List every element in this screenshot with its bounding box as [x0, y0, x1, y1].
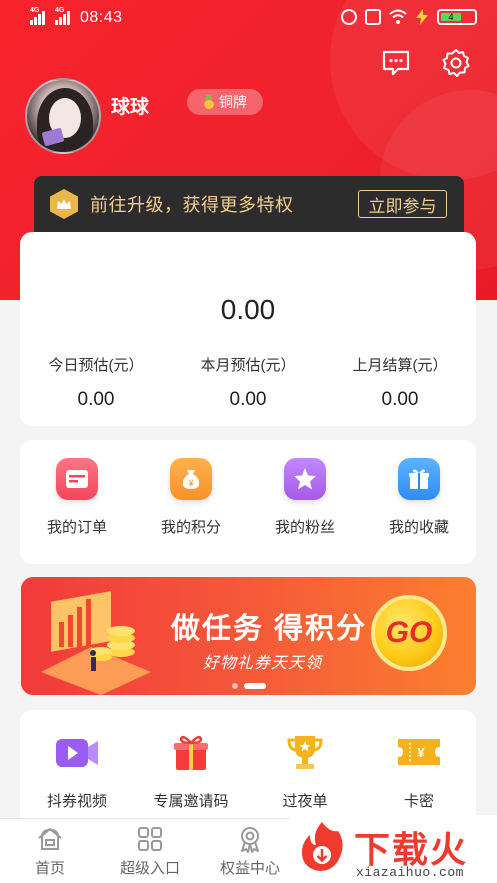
tab-label: 超级入口 [119, 860, 180, 877]
tool-card-key[interactable]: ¥ 卡密 [362, 710, 476, 830]
menu-item-label: 我的粉丝 [274, 519, 335, 536]
wifi-icon [389, 9, 407, 24]
pagination-dot[interactable] [231, 683, 238, 689]
clock: 08:43 [80, 9, 123, 26]
medal-icon [203, 95, 215, 109]
menu-item-fans[interactable]: 我的粉丝 [248, 440, 362, 564]
earnings-month-value: 0.00 [229, 389, 267, 410]
earnings-month[interactable]: 本月预估(元） 0.00 [172, 354, 324, 411]
signal-icon: 4G [30, 7, 45, 25]
earnings-last-month-label: 上月结算(元） [352, 357, 448, 374]
svg-text:¥: ¥ [417, 745, 425, 760]
tool-invite-code[interactable]: 专属邀请码 [134, 710, 248, 830]
banner-title: 做任务 得积分 [171, 613, 368, 645]
gift-box-icon [167, 732, 215, 772]
earnings-last-month[interactable]: 上月结算(元） 0.00 [324, 354, 476, 411]
go-button[interactable]: GO [371, 595, 447, 671]
menu-item-points[interactable]: ¥ 我的积分 [134, 440, 248, 564]
tool-label: 抖券视频 [46, 793, 107, 810]
menu-item-label: 我的订单 [46, 519, 107, 536]
tab-super-entry[interactable]: 超级入口 [100, 819, 200, 883]
tab-benefits-center[interactable]: 权益中心 [200, 819, 300, 883]
quick-menu: 我的订单 ¥ 我的积分 我的粉丝 我的收藏 [20, 440, 476, 564]
tool-label: 卡密 [403, 793, 434, 810]
charging-icon [416, 9, 428, 25]
video-icon [53, 732, 101, 772]
grid-icon [138, 827, 162, 851]
tools-grid: 抖券视频 专属邀请码 过夜单 ¥ 卡密 [20, 710, 476, 830]
avatar[interactable] [25, 78, 101, 154]
menu-item-label: 我的积分 [160, 519, 221, 536]
trophy-icon [281, 732, 329, 772]
message-icon[interactable] [381, 48, 411, 78]
settings-gear-icon[interactable] [441, 48, 471, 78]
task-points-banner[interactable]: 做任务 得积分 好物礼券天天领 GO [21, 577, 476, 695]
chart-illustration [41, 591, 151, 695]
username: 球球 [111, 97, 150, 118]
watermark-domain: xiazaihuo.com [356, 865, 464, 880]
tab-label: 权益中心 [219, 860, 280, 877]
order-icon [56, 458, 98, 500]
earnings-today-value: 0.00 [77, 389, 115, 410]
pagination-dot-active[interactable] [243, 683, 266, 689]
earnings-card: 0.00 今日预估(元） 0.00 本月预估(元） 0.00 上月结算(元） 0… [20, 232, 476, 426]
banner-subtitle: 好物礼券天天领 [203, 655, 323, 672]
menu-item-orders[interactable]: 我的订单 [20, 440, 134, 564]
earnings-month-label: 本月预估(元） [200, 357, 296, 374]
tool-douyin-video[interactable]: 抖券视频 [20, 710, 134, 830]
status-bar: 4G 4G 08:43 4 [0, 0, 497, 38]
alarm-icon [341, 9, 357, 25]
menu-item-favorites[interactable]: 我的收藏 [362, 440, 476, 564]
battery-icon: 4 [437, 9, 477, 25]
tab-label: 首页 [34, 860, 65, 877]
menu-item-label: 我的收藏 [388, 519, 449, 536]
earnings-total: 0.00 [220, 294, 276, 325]
mute-icon [365, 9, 381, 25]
banner-pagination [21, 683, 476, 689]
earnings-today-label: 今日预估(元） [48, 357, 144, 374]
tab-home[interactable]: 首页 [0, 819, 100, 883]
level-badge[interactable]: 铜牌 [187, 89, 263, 115]
points-bag-icon: ¥ [170, 458, 212, 500]
svg-text:¥: ¥ [187, 478, 194, 488]
upgrade-text: 前往升级，获得更多特权 [90, 195, 294, 215]
gift-favorite-icon [398, 458, 440, 500]
ticket-icon: ¥ [395, 732, 443, 772]
upgrade-banner[interactable]: 前往升级，获得更多特权 立即参与 [34, 176, 464, 232]
tool-label: 专属邀请码 [153, 793, 229, 810]
watermark: 下载火 xiazaihuo.com [290, 815, 497, 883]
level-badge-label: 铜牌 [219, 94, 247, 110]
earnings-last-month-value: 0.00 [381, 389, 419, 410]
home-icon [38, 827, 62, 850]
signal-icon-2: 4G [55, 7, 70, 25]
star-fans-icon [284, 458, 326, 500]
flame-logo-icon [301, 822, 343, 871]
earnings-today[interactable]: 今日预估(元） 0.00 [20, 354, 172, 411]
tool-label: 过夜单 [282, 793, 328, 810]
badge-icon [241, 827, 259, 853]
join-now-button[interactable]: 立即参与 [358, 190, 447, 218]
tool-overnight-order[interactable]: 过夜单 [248, 710, 362, 830]
crown-icon [50, 189, 78, 219]
